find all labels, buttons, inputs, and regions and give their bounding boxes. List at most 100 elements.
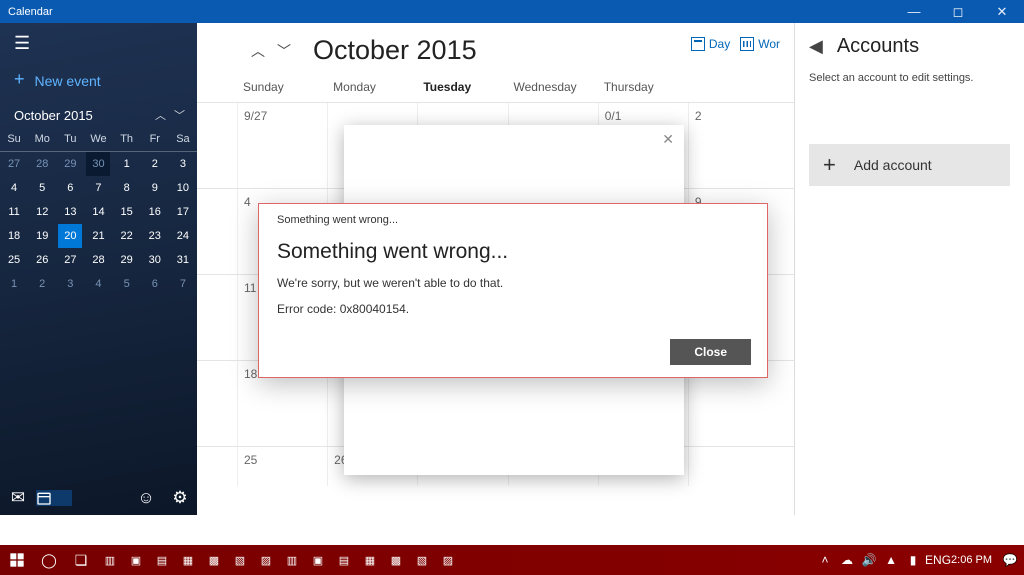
mini-day-cell[interactable]: 24 (169, 224, 197, 248)
mail-icon[interactable]: ✉ (0, 488, 36, 508)
mini-day-cell[interactable]: 26 (28, 248, 56, 272)
mini-day-cell[interactable]: 21 (84, 224, 112, 248)
close-icon[interactable]: ✕ (662, 131, 674, 148)
close-window-button[interactable]: ✕ (980, 4, 1024, 20)
tray-chevron-up-icon[interactable]: ˄ (815, 553, 835, 567)
add-account-button[interactable]: + Add account (809, 144, 1010, 186)
mini-day-cell[interactable]: 30 (141, 248, 169, 272)
mini-calendar[interactable]: SuMoTuWeThFrSa 2728293012345678910111213… (0, 129, 197, 296)
action-center-icon[interactable]: 💬 (1000, 553, 1020, 567)
taskbar-app-11[interactable]: ▦ (358, 545, 382, 575)
mini-day-cell[interactable]: 7 (84, 176, 112, 200)
mini-day-cell[interactable]: 20 (56, 224, 84, 248)
cortana-search-icon[interactable]: ◯ (34, 545, 64, 575)
mini-day-cell[interactable]: 8 (113, 176, 141, 200)
taskbar-app-13[interactable]: ▧ (410, 545, 434, 575)
settings-gear-icon[interactable]: ⚙ (163, 488, 197, 508)
new-event-button[interactable]: + New event (0, 60, 197, 107)
taskbar-app-9[interactable]: ▣ (306, 545, 330, 575)
mini-day-cell[interactable]: 1 (113, 152, 141, 177)
mini-day-header: Tu (56, 129, 84, 152)
mini-day-cell[interactable]: 28 (28, 152, 56, 177)
taskbar-app-12[interactable]: ▩ (384, 545, 408, 575)
mini-day-cell[interactable]: 28 (84, 248, 112, 272)
mini-day-cell[interactable]: 6 (56, 176, 84, 200)
mini-day-cell[interactable]: 17 (169, 200, 197, 224)
taskbar-clock[interactable]: 2:06 PM (947, 554, 998, 566)
accounts-subtitle: Select an account to edit settings. (809, 72, 1010, 84)
mini-day-cell[interactable]: 5 (28, 176, 56, 200)
taskbar-app-14[interactable]: ▨ (436, 545, 460, 575)
mini-day-cell[interactable]: 23 (141, 224, 169, 248)
calendar-icon[interactable] (36, 490, 72, 506)
mini-day-cell[interactable]: 3 (169, 152, 197, 177)
mini-next-month-icon[interactable]: ﹀ (174, 107, 185, 123)
error-title: Something went wrong... (277, 240, 749, 264)
mini-day-cell[interactable]: 22 (113, 224, 141, 248)
mini-day-cell[interactable]: 4 (84, 272, 112, 296)
mini-day-cell[interactable]: 2 (141, 152, 169, 177)
mini-day-cell[interactable]: 25 (0, 248, 28, 272)
tray-battery-icon[interactable]: ▮ (903, 553, 923, 567)
feedback-smiley-icon[interactable]: ☺ (129, 488, 163, 508)
tray-network-icon[interactable]: ▲ (881, 553, 901, 567)
hamburger-menu-icon[interactable]: ☰ (0, 23, 197, 60)
task-view-icon[interactable]: ❏ (66, 545, 96, 575)
calendar-cell[interactable] (688, 447, 778, 486)
mini-day-cell[interactable]: 11 (0, 200, 28, 224)
mini-day-cell[interactable]: 27 (56, 248, 84, 272)
back-icon[interactable]: ◀ (809, 36, 823, 57)
workweek-view-icon (740, 37, 754, 51)
prev-period-icon[interactable]: ︿ (247, 41, 269, 61)
day-view-icon (691, 37, 705, 51)
mini-day-cell[interactable]: 31 (169, 248, 197, 272)
taskbar-app-3[interactable]: ▤ (150, 545, 174, 575)
mini-day-cell[interactable]: 29 (113, 248, 141, 272)
taskbar-app-10[interactable]: ▤ (332, 545, 356, 575)
view-workweek-button[interactable]: Wor (740, 37, 780, 51)
calendar-cell[interactable]: 25 (237, 447, 327, 486)
calendar-cell[interactable]: 9/27 (237, 103, 327, 188)
mini-day-cell[interactable]: 30 (84, 152, 112, 177)
mini-day-cell[interactable]: 6 (141, 272, 169, 296)
mini-day-cell[interactable]: 18 (0, 224, 28, 248)
mini-day-cell[interactable]: 3 (56, 272, 84, 296)
tray-language[interactable]: ENG (925, 553, 945, 567)
tray-onedrive-icon[interactable]: ☁ (837, 553, 857, 567)
mini-day-cell[interactable]: 2 (28, 272, 56, 296)
view-day-button[interactable]: Day (691, 37, 730, 51)
minimize-button[interactable]: — (892, 4, 936, 20)
mini-day-cell[interactable]: 12 (28, 200, 56, 224)
mini-day-cell[interactable]: 9 (141, 176, 169, 200)
calendar-cell[interactable]: 2 (688, 103, 778, 188)
mini-day-cell[interactable]: 5 (113, 272, 141, 296)
taskbar-app-1[interactable]: ▥ (98, 545, 122, 575)
taskbar-app-4[interactable]: ▦ (176, 545, 200, 575)
tray-volume-icon[interactable]: 🔊 (859, 553, 879, 567)
maximize-button[interactable]: ◻ (936, 4, 980, 20)
day-name (688, 74, 778, 102)
mini-day-cell[interactable]: 1 (0, 272, 28, 296)
mini-day-cell[interactable]: 4 (0, 176, 28, 200)
mini-day-cell[interactable]: 10 (169, 176, 197, 200)
taskbar-app-7[interactable]: ▨ (254, 545, 278, 575)
mini-day-cell[interactable]: 14 (84, 200, 112, 224)
taskbar-app-8[interactable]: ▥ (280, 545, 304, 575)
taskbar-app-2[interactable]: ▣ (124, 545, 148, 575)
mini-day-header: Su (0, 129, 28, 152)
mini-day-cell[interactable]: 27 (0, 152, 28, 177)
mini-prev-month-icon[interactable]: ︿ (155, 107, 166, 123)
taskbar[interactable]: ◯ ❏ ▥ ▣ ▤ ▦ ▩ ▧ ▨ ▥ ▣ ▤ ▦ ▩ ▧ ▨ ˄ ☁ 🔊 ▲ … (0, 545, 1024, 575)
mini-day-cell[interactable]: 16 (141, 200, 169, 224)
mini-day-cell[interactable]: 19 (28, 224, 56, 248)
mini-day-cell[interactable]: 29 (56, 152, 84, 177)
taskbar-app-5[interactable]: ▩ (202, 545, 226, 575)
error-close-button[interactable]: Close (670, 339, 751, 365)
taskbar-app-6[interactable]: ▧ (228, 545, 252, 575)
next-period-icon[interactable]: ﹀ (273, 41, 295, 61)
mini-day-cell[interactable]: 13 (56, 200, 84, 224)
mini-day-cell[interactable]: 15 (113, 200, 141, 224)
error-dialog: Something went wrong... Something went w… (258, 203, 768, 378)
start-button[interactable] (2, 545, 32, 575)
mini-day-cell[interactable]: 7 (169, 272, 197, 296)
